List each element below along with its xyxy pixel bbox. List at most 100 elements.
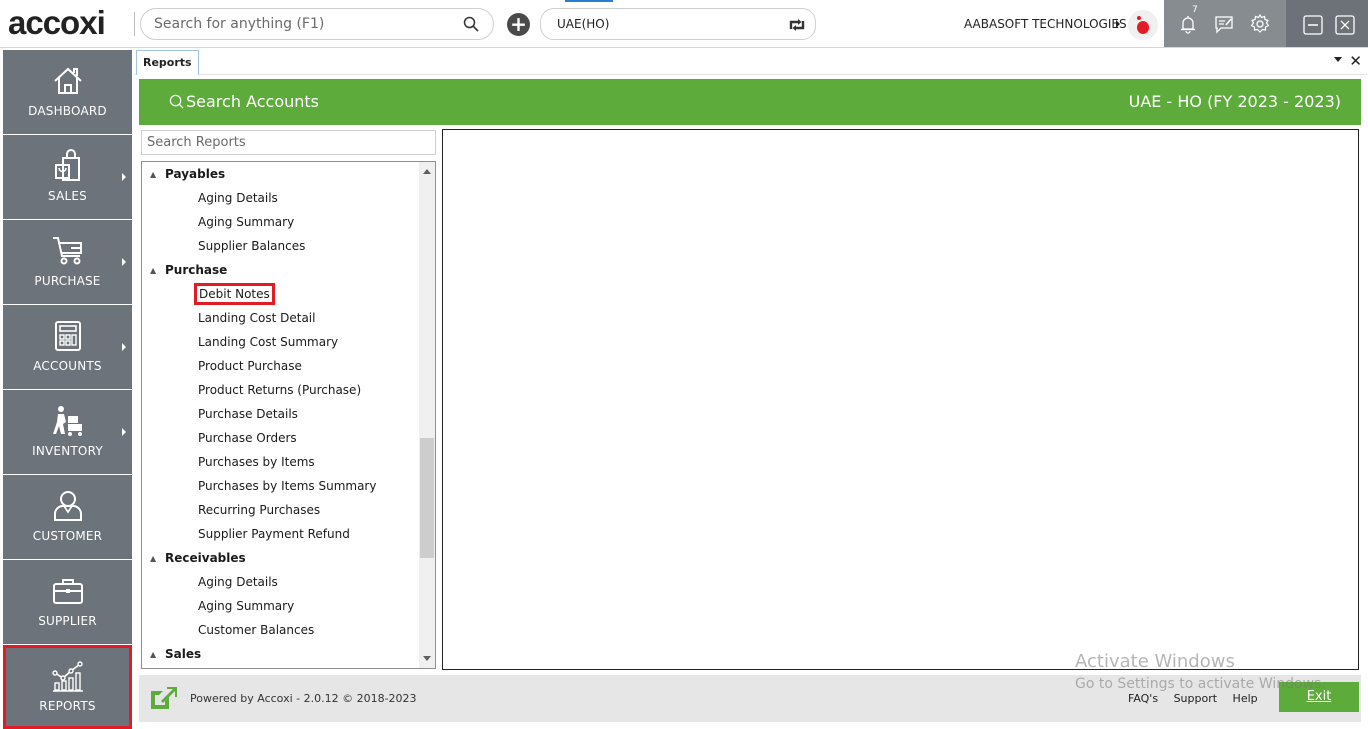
shopping-bag-icon <box>55 149 80 181</box>
organization-name[interactable]: AABASOFT TECHNOLOGIES <box>964 17 1127 31</box>
message-icon[interactable] <box>1213 13 1235 35</box>
chevron-up-icon[interactable]: ▲ <box>150 643 160 667</box>
scroll-thumb[interactable] <box>420 438 434 558</box>
scroll-down-icon[interactable] <box>423 656 431 661</box>
scrollbar[interactable] <box>419 162 435 668</box>
sidebar-item-customer[interactable]: CUSTOMER <box>3 475 132 559</box>
report-item[interactable]: Purchase Orders <box>198 426 297 450</box>
minimize-icon[interactable] <box>1303 15 1323 35</box>
sidebar: DASHBOARD SALES PURCHASE ACCOUNTS INVENT… <box>0 48 134 729</box>
search-accounts-label: Search Accounts <box>186 92 319 111</box>
org-caret-icon[interactable] <box>1116 20 1120 28</box>
sidebar-item-purchase[interactable]: PURCHASE <box>3 220 132 304</box>
report-group[interactable]: ▲ Payables <box>150 162 225 186</box>
report-item[interactable]: Product Purchase <box>198 354 302 378</box>
chevron-up-icon[interactable]: ▲ <box>150 547 160 571</box>
report-label: Receivables <box>165 551 246 565</box>
report-item[interactable]: Aging Details <box>198 570 278 594</box>
report-label: Recurring Purchases <box>198 503 321 517</box>
search-icon <box>169 94 184 109</box>
report-item[interactable]: Purchase Details <box>198 402 298 426</box>
report-item[interactable]: Aging Summary <box>198 594 294 618</box>
report-item[interactable]: Aging Details <box>198 186 278 210</box>
home-icon <box>54 67 82 94</box>
chevron-up-icon[interactable]: ▲ <box>150 259 160 283</box>
report-item[interactable]: Supplier Balances <box>198 234 305 258</box>
calculator-icon <box>55 321 81 351</box>
notification-count: 7 <box>1192 5 1198 15</box>
sidebar-item-sales[interactable]: SALES <box>3 135 132 219</box>
sidebar-item-label: ACCOUNTS <box>33 359 102 373</box>
sidebar-item-inventory[interactable]: INVENTORY <box>3 390 132 474</box>
report-item[interactable]: Supplier Payment Refund <box>198 522 350 546</box>
accoxi-logo: accoxi <box>8 4 106 41</box>
report-label: Debit Notes <box>194 283 275 305</box>
sidebar-item-accounts[interactable]: ACCOUNTS <box>3 305 132 389</box>
chevron-right-icon <box>122 428 126 436</box>
company-selector[interactable]: UAE(HO) <box>540 8 816 40</box>
logo-divider <box>134 12 135 36</box>
sidebar-item-label: SUPPLIER <box>38 614 97 628</box>
search-accounts-button[interactable]: Search Accounts <box>169 92 319 111</box>
report-item[interactable]: Aging Summary <box>198 210 294 234</box>
activate-windows-title: Activate Windows <box>1075 651 1235 672</box>
sidebar-item-label: REPORTS <box>39 699 96 713</box>
reports-banner: Search Accounts UAE - HO (FY 2023 - 2023… <box>139 79 1361 125</box>
support-link[interactable]: Support <box>1174 692 1217 705</box>
report-label: Purchases by Items Summary <box>198 479 377 493</box>
company-selector-value: UAE(HO) <box>557 17 610 31</box>
gear-icon[interactable] <box>1249 13 1271 35</box>
sidebar-item-reports[interactable]: REPORTS <box>3 645 132 729</box>
report-item[interactable]: Recurring Purchases <box>198 498 320 522</box>
close-icon[interactable] <box>1335 15 1355 35</box>
report-label: Aging Details <box>198 575 278 589</box>
tools-panel <box>1164 0 1286 47</box>
report-group[interactable]: ▲ Sales <box>150 642 201 666</box>
refresh-icon[interactable] <box>787 15 807 35</box>
global-search-input[interactable] <box>154 16 454 32</box>
report-item-selected[interactable]: Debit Notes <box>194 282 275 306</box>
report-search[interactable] <box>141 130 436 155</box>
cart-icon <box>53 237 82 265</box>
sidebar-item-label: PURCHASE <box>34 274 101 288</box>
chart-icon <box>52 661 83 692</box>
report-group[interactable]: ▲ Receivables <box>150 546 246 570</box>
add-icon[interactable]: + <box>507 13 530 36</box>
report-label: Customer Balances <box>198 623 315 637</box>
report-item[interactable]: Landing Cost Detail <box>198 306 315 330</box>
report-label: Purchase Orders <box>198 431 297 445</box>
report-item[interactable]: Purchases by Items Summary <box>198 474 376 498</box>
report-item[interactable]: Landing Cost Summary <box>198 330 338 354</box>
sidebar-item-dashboard[interactable]: DASHBOARD <box>3 50 132 134</box>
faq-link[interactable]: FAQ's <box>1128 692 1158 705</box>
fiscal-year-label: UAE - HO (FY 2023 - 2023) <box>1128 92 1341 111</box>
report-item[interactable]: Product Returns (Purchase) <box>198 378 361 402</box>
sidebar-item-label: SALES <box>48 189 87 203</box>
report-search-input[interactable] <box>142 131 435 154</box>
report-label: Aging Summary <box>198 215 295 229</box>
report-item[interactable]: Customer Balances <box>198 618 314 642</box>
help-link[interactable]: Help <box>1233 692 1258 705</box>
sidebar-item-supplier[interactable]: SUPPLIER <box>3 560 132 644</box>
report-label: Purchase <box>165 263 228 277</box>
report-label: Aging Summary <box>198 599 295 613</box>
top-bar: accoxi + UAE(HO) AABASOFT TECHNOLOGIES 7 <box>0 0 1368 48</box>
worker-cart-icon <box>53 406 82 436</box>
avatar[interactable] <box>1128 10 1158 40</box>
scroll-up-icon[interactable] <box>423 169 431 174</box>
report-label: Product Purchase <box>198 359 302 373</box>
bell-icon[interactable] <box>1177 13 1199 35</box>
global-search[interactable] <box>140 8 494 40</box>
report-group[interactable]: ▲ Purchase <box>150 258 227 282</box>
report-content-pane <box>442 129 1359 670</box>
user-icon <box>54 491 82 521</box>
tab-reports[interactable]: Reports <box>136 50 199 75</box>
chevron-up-icon[interactable]: ▲ <box>150 163 160 187</box>
report-label: Payables <box>165 167 226 181</box>
search-icon[interactable] <box>463 16 479 32</box>
close-tab-icon[interactable]: ✕ <box>1349 52 1362 70</box>
report-label: Landing Cost Summary <box>198 335 339 349</box>
accoxi-footer-logo-icon <box>151 687 177 709</box>
tab-menu-icon[interactable] <box>1334 57 1342 62</box>
report-item[interactable]: Purchases by Items <box>198 450 315 474</box>
